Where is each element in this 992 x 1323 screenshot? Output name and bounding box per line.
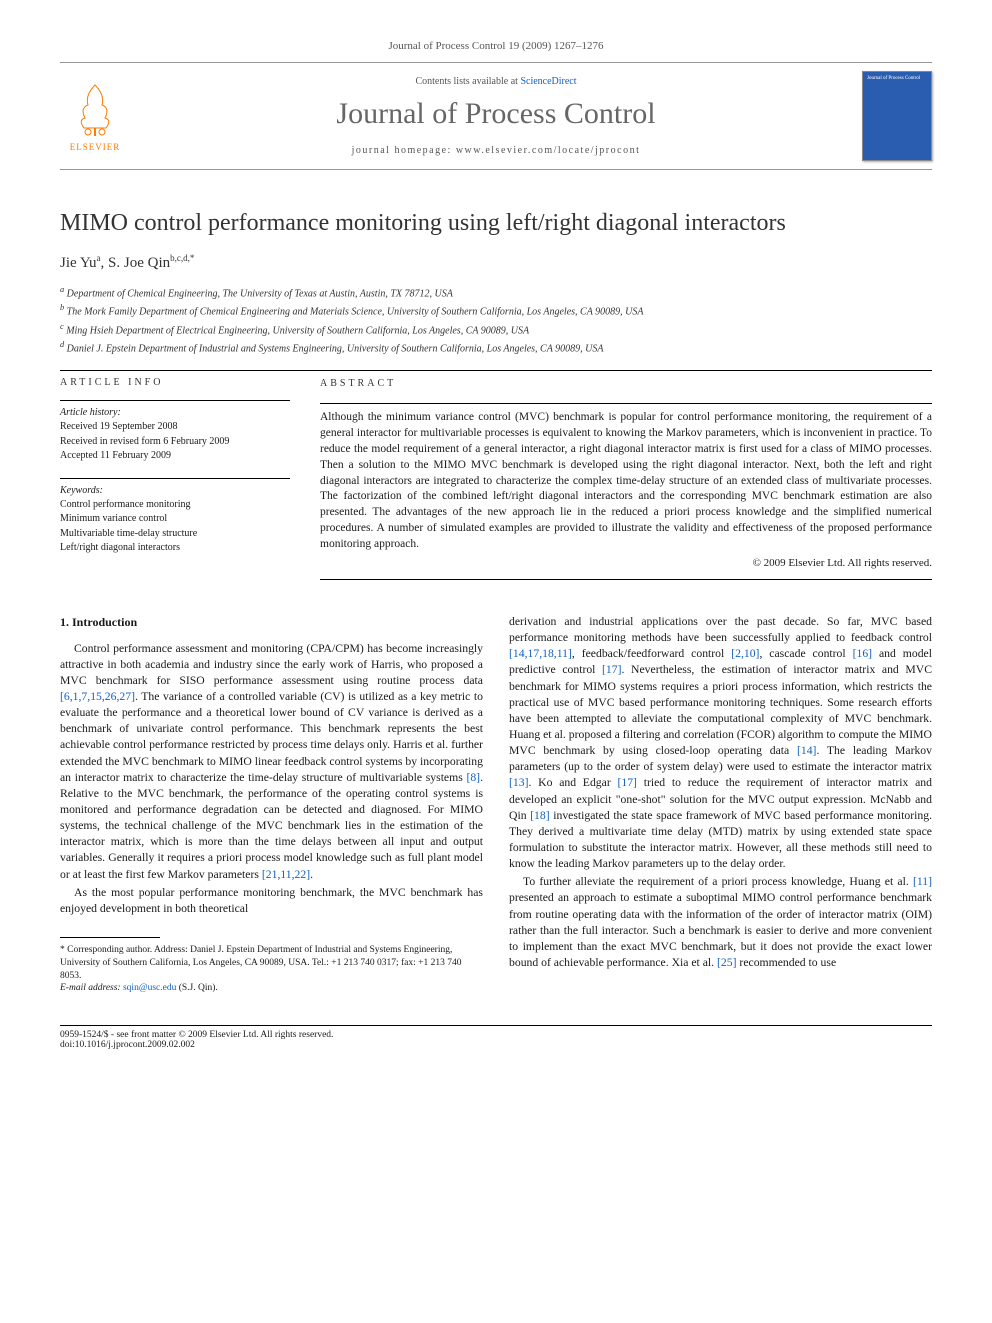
author-1: Jie Yu bbox=[60, 255, 97, 271]
email-label: E-mail address: bbox=[60, 983, 121, 993]
footer-doi: doi:10.1016/j.jprocont.2009.02.002 bbox=[60, 1040, 932, 1050]
publisher-logo: ELSEVIER bbox=[60, 76, 130, 156]
author-2: S. Joe Qin bbox=[108, 255, 170, 271]
footer-copyright: 0959-1524/$ - see front matter © 2009 El… bbox=[60, 1030, 932, 1040]
article-history-title: Article history: bbox=[60, 407, 290, 418]
keywords-list: Control performance monitoring Minimum v… bbox=[60, 498, 290, 556]
citation-link[interactable]: [17] bbox=[617, 776, 636, 789]
homepage-url[interactable]: www.elsevier.com/locate/jprocont bbox=[456, 145, 641, 156]
revised-date: Received in revised form 6 February 2009 bbox=[60, 435, 290, 450]
affiliation-c: c Ming Hsieh Department of Electrical En… bbox=[60, 321, 932, 338]
body-paragraph: As the most popular performance monitori… bbox=[60, 885, 483, 917]
author-separator: , bbox=[101, 255, 109, 271]
page-footer: 0959-1524/$ - see front matter © 2009 El… bbox=[60, 1026, 932, 1050]
citation-link[interactable]: [25] bbox=[717, 956, 736, 969]
citation-link[interactable]: [8] bbox=[466, 771, 480, 784]
keyword: Multivariable time-delay structure bbox=[60, 527, 290, 542]
keyword: Left/right diagonal interactors bbox=[60, 541, 290, 556]
abstract-column: ABSTRACT Although the minimum variance c… bbox=[320, 377, 932, 586]
body-paragraph: Control performance assessment and monit… bbox=[60, 641, 483, 883]
abstract-text: Although the minimum variance control (M… bbox=[320, 410, 932, 553]
body-paragraph: To further alleviate the requirement of … bbox=[509, 874, 932, 971]
abstract-copyright: © 2009 Elsevier Ltd. All rights reserved… bbox=[320, 556, 932, 571]
citation-link[interactable]: [11] bbox=[913, 875, 932, 888]
section-1-heading: 1. Introduction bbox=[60, 614, 483, 631]
elsevier-tree-icon bbox=[70, 80, 120, 140]
accepted-date: Accepted 11 February 2009 bbox=[60, 449, 290, 464]
citation-link[interactable]: [14,17,18,11] bbox=[509, 647, 572, 660]
author-list: Jie Yua, S. Joe Qinb,c,d,* bbox=[60, 253, 932, 272]
article-info-column: ARTICLE INFO Article history: Received 1… bbox=[60, 377, 290, 586]
received-date: Received 19 September 2008 bbox=[60, 420, 290, 435]
journal-title: Journal of Process Control bbox=[130, 97, 862, 131]
abstract-label: ABSTRACT bbox=[320, 377, 932, 391]
affiliations: a Department of Chemical Engineering, Th… bbox=[60, 284, 932, 356]
masthead: ELSEVIER Contents lists available at Sci… bbox=[60, 62, 932, 170]
journal-cover-thumbnail: Journal of Process Control bbox=[862, 71, 932, 161]
contents-available-line: Contents lists available at ScienceDirec… bbox=[130, 76, 862, 87]
footnotes: * Corresponding author. Address: Daniel … bbox=[60, 944, 483, 995]
citation-link[interactable]: [17] bbox=[602, 663, 621, 676]
citation-link[interactable]: [18] bbox=[530, 809, 549, 822]
email-link[interactable]: sqin@usc.edu bbox=[123, 983, 176, 993]
article-info-label: ARTICLE INFO bbox=[60, 377, 290, 388]
corresponding-author-note: * Corresponding author. Address: Daniel … bbox=[60, 944, 483, 982]
email-attribution: (S.J. Qin). bbox=[179, 983, 218, 993]
keywords-title: Keywords: bbox=[60, 485, 290, 496]
contents-prefix: Contents lists available at bbox=[415, 76, 520, 87]
citation-link[interactable]: [13] bbox=[509, 776, 528, 789]
keyword: Control performance monitoring bbox=[60, 498, 290, 513]
citation-link[interactable]: [2,10] bbox=[731, 647, 759, 660]
cover-title: Journal of Process Control bbox=[867, 76, 927, 82]
journal-reference: Journal of Process Control 19 (2009) 126… bbox=[60, 40, 932, 52]
citation-link[interactable]: [16] bbox=[853, 647, 872, 660]
author-2-affil: b,c,d,* bbox=[170, 253, 194, 263]
body-column-right: derivation and industrial applications o… bbox=[509, 614, 932, 995]
affiliation-b: b The Mork Family Department of Chemical… bbox=[60, 302, 932, 319]
citation-link[interactable]: [6,1,7,15,26,27] bbox=[60, 690, 135, 703]
citation-link[interactable]: [21,11,22] bbox=[262, 868, 310, 881]
journal-homepage-line: journal homepage: www.elsevier.com/locat… bbox=[130, 145, 862, 156]
citation-link[interactable]: [14] bbox=[797, 744, 816, 757]
affiliation-d: d Daniel J. Epstein Department of Indust… bbox=[60, 339, 932, 356]
publisher-name: ELSEVIER bbox=[70, 142, 121, 152]
body-paragraph: derivation and industrial applications o… bbox=[509, 614, 932, 872]
homepage-prefix: journal homepage: bbox=[352, 145, 456, 156]
sciencedirect-link[interactable]: ScienceDirect bbox=[520, 76, 576, 87]
keyword: Minimum variance control bbox=[60, 512, 290, 527]
affiliation-a: a Department of Chemical Engineering, Th… bbox=[60, 284, 932, 301]
paper-title: MIMO control performance monitoring usin… bbox=[60, 210, 932, 237]
body-column-left: 1. Introduction Control performance asse… bbox=[60, 614, 483, 995]
